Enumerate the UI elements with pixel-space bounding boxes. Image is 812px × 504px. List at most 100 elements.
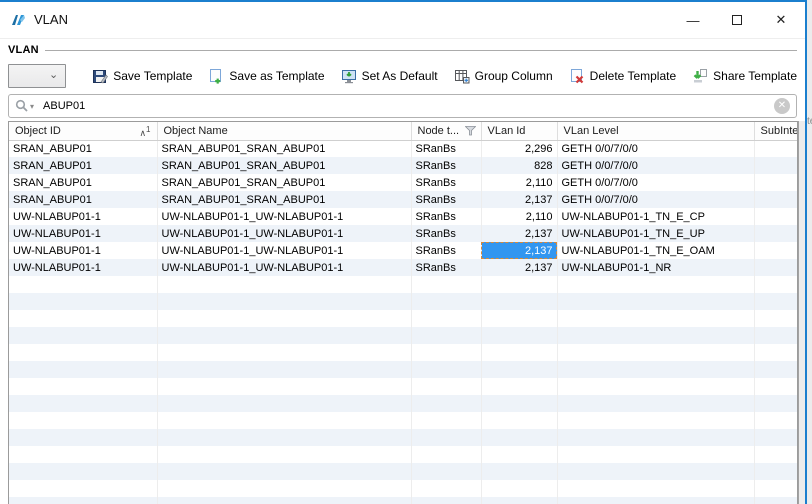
table-row[interactable]: UW-NLABUP01-1UW-NLABUP01-1_UW-NLABUP01-1… (9, 208, 798, 225)
set-as-default-icon (341, 68, 357, 84)
table-cell[interactable] (754, 140, 798, 157)
table-cell[interactable]: UW-NLABUP01-1_UW-NLABUP01-1 (157, 225, 411, 242)
table-cell[interactable]: 2,296 (481, 140, 557, 157)
save-template-button[interactable]: Save Template (92, 64, 192, 88)
table-cell[interactable]: SRAN_ABUP01_SRAN_ABUP01 (157, 157, 411, 174)
scrollbar-track[interactable] (798, 121, 805, 504)
selected-cell[interactable]: 2,137 (481, 242, 557, 259)
table-cell[interactable] (754, 191, 798, 208)
table-row[interactable]: UW-NLABUP01-1UW-NLABUP01-1_UW-NLABUP01-1… (9, 259, 798, 276)
table-cell[interactable]: SRanBs (411, 191, 481, 208)
table-cell[interactable]: UW-NLABUP01-1_NR (557, 259, 754, 276)
search-options-chevron-icon[interactable]: ▾ (30, 102, 34, 111)
table-cell[interactable]: UW-NLABUP01-1_TN_E_CP (557, 208, 754, 225)
table-cell[interactable]: SRAN_ABUP01 (9, 191, 157, 208)
empty-cell (411, 446, 481, 463)
chevron-down-icon: ⌄ (49, 68, 58, 81)
close-button[interactable]: ✕ (759, 4, 803, 36)
table-cell[interactable]: SRAN_ABUP01_SRAN_ABUP01 (157, 140, 411, 157)
share-template-button[interactable]: Share Template (692, 64, 797, 88)
table-cell[interactable]: UW-NLABUP01-1_TN_E_UP (557, 225, 754, 242)
table-cell[interactable]: SRanBs (411, 242, 481, 259)
column-header-node-type[interactable]: Node t... (411, 122, 481, 140)
table-cell[interactable]: GETH 0/0/7/0/0 (557, 191, 754, 208)
search-box[interactable]: ▾ ABUP01 ✕ (8, 94, 797, 118)
table-cell[interactable] (754, 157, 798, 174)
table-row[interactable]: UW-NLABUP01-1UW-NLABUP01-1_UW-NLABUP01-1… (9, 242, 798, 259)
table-cell[interactable] (754, 242, 798, 259)
table-cell[interactable]: SRanBs (411, 208, 481, 225)
table-cell[interactable]: SRAN_ABUP01 (9, 174, 157, 191)
template-dropdown[interactable]: ⌄ (8, 64, 66, 88)
column-header-object-id[interactable]: Object ID ∧1 (9, 122, 157, 140)
table-cell[interactable] (754, 174, 798, 191)
table-cell[interactable]: SRAN_ABUP01_SRAN_ABUP01 (157, 174, 411, 191)
filter-funnel-icon[interactable] (465, 126, 476, 136)
search-clear-button[interactable]: ✕ (774, 98, 790, 114)
table-cell[interactable]: SRanBs (411, 225, 481, 242)
empty-cell (411, 395, 481, 412)
table-cell[interactable]: SRAN_ABUP01 (9, 140, 157, 157)
empty-cell (557, 497, 754, 504)
window-controls: — ✕ (671, 4, 803, 36)
column-header-vlan-level[interactable]: VLan Level (557, 122, 754, 140)
empty-cell (9, 429, 157, 446)
table-cell[interactable]: UW-NLABUP01-1_UW-NLABUP01-1 (157, 259, 411, 276)
table-row[interactable]: UW-NLABUP01-1UW-NLABUP01-1_UW-NLABUP01-1… (9, 225, 798, 242)
table-cell[interactable]: UW-NLABUP01-1_UW-NLABUP01-1 (157, 208, 411, 225)
column-header-subinterface[interactable]: SubInte (754, 122, 798, 140)
empty-cell (411, 310, 481, 327)
empty-cell (481, 412, 557, 429)
empty-cell (411, 293, 481, 310)
table-cell[interactable] (754, 225, 798, 242)
table-cell[interactable]: GETH 0/0/7/0/0 (557, 174, 754, 191)
groupbox-header: VLAN (8, 44, 797, 56)
empty-cell (157, 344, 411, 361)
empty-cell (9, 344, 157, 361)
table-row[interactable]: SRAN_ABUP01SRAN_ABUP01_SRAN_ABUP01SRanBs… (9, 174, 798, 191)
empty-table-row (9, 361, 798, 378)
table-cell[interactable]: UW-NLABUP01-1 (9, 208, 157, 225)
table-cell[interactable]: UW-NLABUP01-1 (9, 225, 157, 242)
table-cell[interactable]: SRAN_ABUP01_SRAN_ABUP01 (157, 191, 411, 208)
table-cell[interactable]: 2,110 (481, 208, 557, 225)
table-cell[interactable] (754, 208, 798, 225)
save-as-template-button[interactable]: Save as Template (208, 64, 324, 88)
table-cell[interactable] (754, 259, 798, 276)
column-header-object-name[interactable]: Object Name (157, 122, 411, 140)
table-cell[interactable]: 2,137 (481, 225, 557, 242)
empty-table-row (9, 344, 798, 361)
table-cell[interactable]: UW-NLABUP01-1 (9, 259, 157, 276)
table-cell[interactable]: UW-NLABUP01-1_TN_E_OAM (557, 242, 754, 259)
maximize-button[interactable] (715, 4, 759, 36)
table-cell[interactable]: 2,110 (481, 174, 557, 191)
table-cell[interactable]: 2,137 (481, 191, 557, 208)
table-cell[interactable]: UW-NLABUP01-1_UW-NLABUP01-1 (157, 242, 411, 259)
empty-cell (411, 276, 481, 293)
table-cell[interactable]: SRanBs (411, 140, 481, 157)
table-cell[interactable]: UW-NLABUP01-1 (9, 242, 157, 259)
background-window-fragment: te (807, 2, 812, 504)
table-row[interactable]: SRAN_ABUP01SRAN_ABUP01_SRAN_ABUP01SRanBs… (9, 157, 798, 174)
save-as-template-icon (208, 68, 224, 84)
table-cell[interactable]: GETH 0/0/7/0/0 (557, 140, 754, 157)
group-column-button[interactable]: Group Column (454, 64, 553, 88)
column-header-vlan-id[interactable]: VLan Id (481, 122, 557, 140)
table-cell[interactable]: 828 (481, 157, 557, 174)
table-cell[interactable]: SRAN_ABUP01 (9, 157, 157, 174)
empty-cell (9, 310, 157, 327)
save-template-label: Save Template (113, 69, 192, 83)
search-input[interactable]: ABUP01 (43, 100, 85, 112)
empty-cell (9, 395, 157, 412)
table-cell[interactable]: GETH 0/0/7/0/0 (557, 157, 754, 174)
table-row[interactable]: SRAN_ABUP01SRAN_ABUP01_SRAN_ABUP01SRanBs… (9, 140, 798, 157)
minimize-button[interactable]: — (671, 4, 715, 36)
table-cell[interactable]: 2,137 (481, 259, 557, 276)
table-cell[interactable]: SRanBs (411, 259, 481, 276)
table-cell[interactable]: SRanBs (411, 174, 481, 191)
set-as-default-button[interactable]: Set As Default (341, 64, 438, 88)
table-row[interactable]: SRAN_ABUP01SRAN_ABUP01_SRAN_ABUP01SRanBs… (9, 191, 798, 208)
table-cell[interactable]: SRanBs (411, 157, 481, 174)
delete-template-icon (569, 68, 585, 84)
delete-template-button[interactable]: Delete Template (569, 64, 677, 88)
